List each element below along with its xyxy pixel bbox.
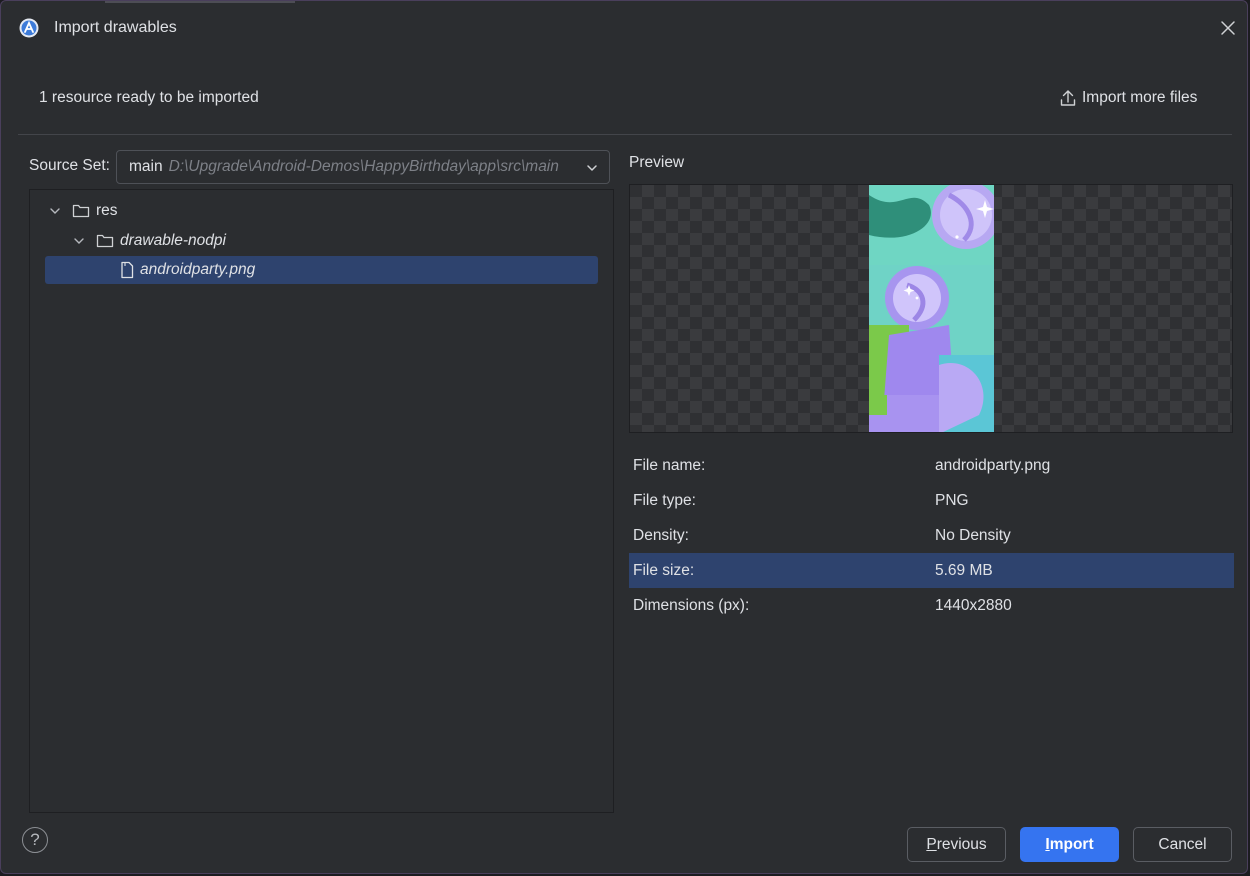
property-value: 1440x2880 (935, 596, 1012, 614)
resource-tree: res drawable-nodpi androidparty.png (29, 189, 614, 813)
previous-mnemonic: P (926, 835, 937, 853)
cancel-label: Cancel (1158, 835, 1207, 853)
property-key: Dimensions (px): (633, 596, 750, 614)
title-bar: Import drawables (1, 1, 1247, 57)
property-row-file-name: File name: androidparty.png (629, 448, 1234, 483)
chevron-down-icon (587, 165, 597, 171)
import-button[interactable]: Import (1020, 827, 1119, 862)
tree-item-label: drawable-nodpi (120, 232, 226, 249)
property-key: File type: (633, 491, 696, 509)
property-key: File size: (633, 561, 695, 579)
import-more-files-label: Import more files (1082, 89, 1198, 106)
property-value: No Density (935, 526, 1011, 544)
property-value: androidparty.png (935, 456, 1051, 474)
folder-icon (72, 204, 90, 218)
property-row-file-size[interactable]: File size: 5.69 MB (629, 553, 1234, 588)
status-message: 1 resource ready to be imported (39, 89, 259, 106)
tree-item-res[interactable]: res (48, 197, 118, 225)
file-properties: File name: androidparty.png File type: P… (629, 448, 1234, 623)
help-icon: ? (30, 830, 40, 849)
import-label: mport (1049, 835, 1094, 853)
property-value: 5.69 MB (935, 561, 993, 579)
file-icon (121, 261, 134, 279)
property-key: File name: (633, 456, 706, 474)
android-studio-logo-icon (19, 18, 39, 38)
tree-item-androidparty-png[interactable]: androidparty.png (45, 256, 598, 284)
tree-item-drawable-nodpi[interactable]: drawable-nodpi (72, 227, 226, 255)
help-button[interactable]: ? (22, 827, 48, 853)
chevron-down-icon[interactable] (48, 204, 62, 218)
preview-image (869, 185, 994, 432)
folder-icon (96, 234, 114, 248)
source-set-label: Source Set: (29, 157, 110, 174)
import-more-files-link[interactable]: Import more files (1060, 87, 1197, 109)
previous-label: revious (936, 835, 987, 853)
property-row-file-type: File type: PNG (629, 483, 1234, 518)
close-icon[interactable] (1217, 17, 1239, 39)
dialog-title: Import drawables (54, 19, 177, 36)
header-separator (18, 134, 1232, 135)
cancel-button[interactable]: Cancel (1133, 827, 1232, 862)
import-drawables-dialog: Import drawables 1 resource ready to be … (0, 0, 1248, 874)
property-row-density: Density: No Density (629, 518, 1234, 553)
preview-label: Preview (629, 154, 685, 171)
tree-item-label: androidparty.png (140, 261, 256, 278)
source-set-value: main (129, 158, 163, 175)
chevron-down-icon[interactable] (72, 234, 86, 248)
image-preview (629, 184, 1233, 433)
previous-button[interactable]: Previous (907, 827, 1006, 862)
upload-icon (1060, 90, 1076, 106)
source-set-dropdown[interactable]: main D:\Upgrade\Android-Demos\HappyBirth… (116, 150, 610, 184)
tree-item-label: res (96, 202, 118, 219)
source-set-path: D:\Upgrade\Android-Demos\HappyBirthday\a… (168, 158, 559, 175)
property-value: PNG (935, 491, 969, 509)
property-row-dimensions: Dimensions (px): 1440x2880 (629, 588, 1234, 623)
property-key: Density: (633, 526, 689, 544)
